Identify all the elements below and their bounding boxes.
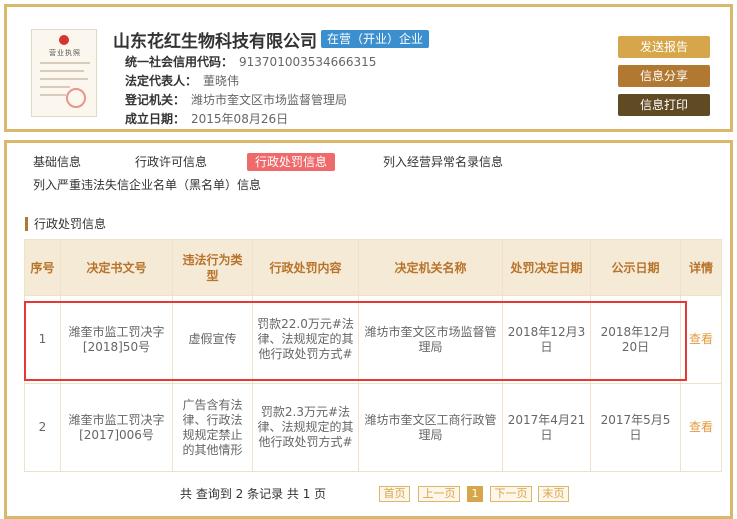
first-page-button[interactable]: 首页 <box>379 486 410 502</box>
tab-blacklist[interactable]: 列入严重违法失信企业名单（黑名单）信息 <box>25 176 269 194</box>
license-title: 营业执照 <box>49 49 81 57</box>
license-text-line <box>40 94 66 96</box>
table-header-row: 序号 决定书文号 违法行为类型 行政处罚内容 决定机关名称 处罚决定日期 公示日… <box>24 239 722 296</box>
license-text-line <box>40 62 90 64</box>
current-page[interactable]: 1 <box>467 486 483 502</box>
next-page-button[interactable]: 下一页 <box>490 486 532 502</box>
col-header-doc-no: 决定书文号 <box>60 239 173 296</box>
founding-date-label: 成立日期： <box>125 112 186 126</box>
credit-code-value: 913701003534666315 <box>239 55 377 69</box>
cell-decision-date: 2017年4月21日 <box>502 383 591 472</box>
tab-abnormal-operation[interactable]: 列入经营异常名录信息 <box>375 153 511 171</box>
company-name: 山东花红生物科技有限公司 <box>113 32 317 52</box>
business-license-thumbnail[interactable]: 营业执照 <box>31 29 97 117</box>
cell-doc-no: 潍奎市监工罚决字[2018]50号 <box>60 295 173 384</box>
registration-authority-value: 潍坊市奎文区市场监督管理局 <box>191 93 348 107</box>
license-text-line <box>40 78 88 80</box>
license-text-line <box>40 86 70 88</box>
send-report-button[interactable]: 发送报告 <box>618 36 710 58</box>
table-row: 2 潍奎市监工罚决字[2017]006号 广告含有法律、行政法规规定禁止的其他情… <box>24 383 722 472</box>
tab-basic-info[interactable]: 基础信息 <box>25 153 89 171</box>
page-summary: 共 查询到 2 条记录 共 1 页 <box>180 487 327 501</box>
pagination: 共 查询到 2 条记录 共 1 页 首页 上一页 1 下一页 末页 <box>0 484 737 514</box>
cell-doc-no: 潍奎市监工罚决字[2017]006号 <box>60 383 173 472</box>
col-header-decision-date: 处罚决定日期 <box>502 239 591 296</box>
table-row: 1 潍奎市监工罚决字[2018]50号 虚假宣传 罚款22.0万元#法律、法规规… <box>24 295 722 384</box>
section-title: 行政处罚信息 <box>25 217 106 231</box>
registration-authority-row: 登记机关： 潍坊市奎文区市场监督管理局 <box>125 91 347 108</box>
cell-violation: 广告含有法律、行政法规规定禁止的其他情形 <box>172 383 253 472</box>
license-seal-icon <box>66 88 86 108</box>
info-tabs-bar: 基础信息 行政许可信息 行政处罚信息 列入经营异常名录信息 列入严重违法失信企业… <box>4 140 733 202</box>
founding-date-value: 2015年08月26日 <box>191 112 289 126</box>
col-header-authority: 决定机关名称 <box>358 239 503 296</box>
cell-index: 1 <box>24 295 61 384</box>
cell-content: 罚款22.0万元#法律、法规规定的其他行政处罚方式# <box>252 295 359 384</box>
credit-code-row: 统一社会信用代码： 913701003534666315 <box>125 53 376 70</box>
penalty-section: 行政处罚信息 序号 决定书文号 违法行为类型 行政处罚内容 决定机关名称 处罚决… <box>4 202 733 519</box>
cell-publish-date: 2018年12月20日 <box>590 295 681 384</box>
license-text-line <box>40 70 84 72</box>
col-header-violation: 违法行为类型 <box>172 239 253 296</box>
prev-page-button[interactable]: 上一页 <box>418 486 460 502</box>
cell-authority: 潍坊市奎文区工商行政管理局 <box>358 383 503 472</box>
legal-rep-label: 法定代表人： <box>125 74 198 88</box>
legal-rep-row: 法定代表人： 董晓伟 <box>125 72 239 89</box>
tab-admin-license[interactable]: 行政许可信息 <box>127 153 215 171</box>
founding-date-row: 成立日期： 2015年08月26日 <box>125 110 288 127</box>
view-detail-link[interactable]: 查看 <box>680 295 722 384</box>
national-emblem-icon <box>59 35 69 45</box>
registration-authority-label: 登记机关： <box>125 93 186 107</box>
print-info-button[interactable]: 信息打印 <box>618 94 710 116</box>
credit-code-label: 统一社会信用代码： <box>125 55 234 69</box>
cell-authority: 潍坊市奎文区市场监督管理局 <box>358 295 503 384</box>
col-header-content: 行政处罚内容 <box>252 239 359 296</box>
last-page-button[interactable]: 末页 <box>538 486 569 502</box>
company-info-card: 营业执照 山东花红生物科技有限公司 在营（开业）企业 统一社会信用代码： 9137… <box>4 4 733 132</box>
cell-index: 2 <box>24 383 61 472</box>
col-header-publish-date: 公示日期 <box>590 239 681 296</box>
cell-publish-date: 2017年5月5日 <box>590 383 681 472</box>
cell-decision-date: 2018年12月3日 <box>502 295 591 384</box>
view-detail-link[interactable]: 查看 <box>680 383 722 472</box>
penalty-table: 序号 决定书文号 违法行为类型 行政处罚内容 决定机关名称 处罚决定日期 公示日… <box>24 239 722 472</box>
cell-violation: 虚假宣传 <box>172 295 253 384</box>
share-info-button[interactable]: 信息分享 <box>618 65 710 87</box>
legal-rep-value: 董晓伟 <box>203 74 240 88</box>
col-header-index: 序号 <box>24 239 61 296</box>
tab-admin-penalty[interactable]: 行政处罚信息 <box>247 153 336 171</box>
cell-content: 罚款2.3万元#法律、法规规定的其他行政处罚方式# <box>252 383 359 472</box>
status-badge: 在营（开业）企业 <box>321 30 430 48</box>
col-header-detail: 详情 <box>680 239 722 296</box>
